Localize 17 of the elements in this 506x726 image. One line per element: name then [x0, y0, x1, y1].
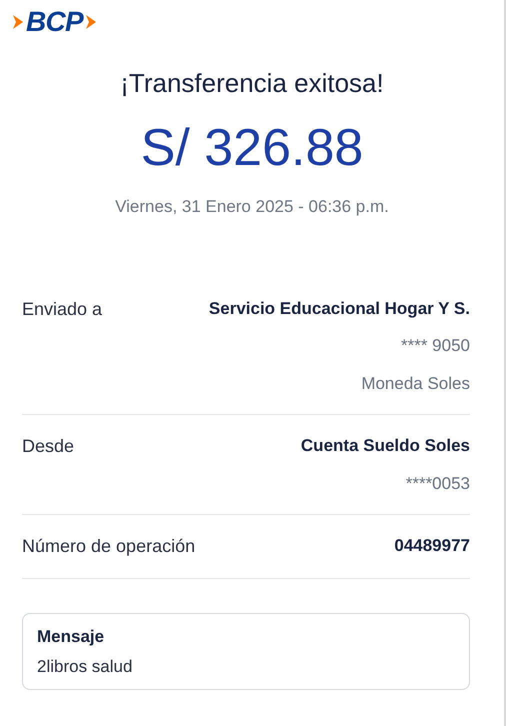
transfer-amount: S/ 326.88: [140, 122, 364, 174]
message-label: Mensaje: [37, 626, 106, 648]
message-text: 2libros salud: [37, 656, 134, 678]
detail-value: 04489977: [394, 535, 470, 557]
chevron-icon: [85, 14, 98, 30]
bcp-logo: BCP: [26, 8, 84, 36]
success-title: ¡Transferencia exitosa!: [119, 70, 385, 96]
detail-label: Desde: [22, 435, 74, 458]
detail-value: ****0053: [406, 472, 470, 494]
detail-value: Cuenta Sueldo Soles: [300, 435, 470, 457]
transfer-date: Viernes, 31 Enero 2025 - 06:36 p.m.: [114, 196, 390, 218]
detail-label: Número de operación: [22, 535, 196, 558]
detail-value: Moneda Soles: [361, 372, 470, 394]
detail-value: **** 9050: [400, 335, 470, 357]
detail-label: Enviado a: [22, 298, 102, 320]
detail-value: Servicio Educacional Hogar Y S.: [208, 298, 470, 320]
chevron-icon: [12, 14, 24, 30]
